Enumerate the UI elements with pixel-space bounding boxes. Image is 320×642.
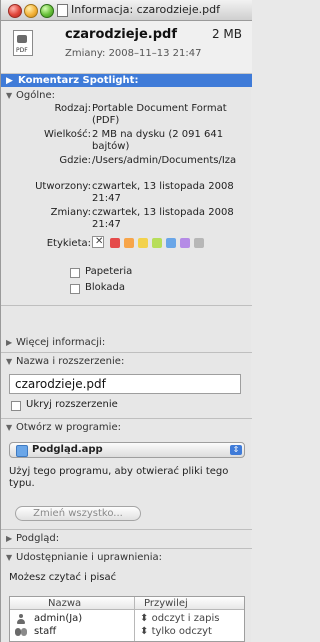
disclosure-open-icon[interactable]: ▼	[6, 553, 12, 562]
disclosure-open-icon[interactable]: ▼	[6, 423, 12, 432]
file-name-field[interactable]: czarodzieje.pdf	[9, 374, 241, 394]
table-row[interactable]: admin(Ja) ⬍ odczyt i zapis	[10, 613, 244, 625]
permissions-header: Nazwa Przywilej	[10, 597, 244, 610]
title-bar[interactable]: Informacja: czarodzieje.pdf	[1, 0, 252, 21]
group-icon	[14, 627, 28, 637]
updown-icon: ⬍	[140, 613, 149, 624]
open-with-description: Użyj tego programu, aby otwierać pliki t…	[9, 466, 229, 489]
disclosure-closed-icon[interactable]: ▶	[6, 338, 12, 347]
pdf-file-icon-label: PDF	[16, 47, 28, 54]
modified-value: czwartek, 13 listopada 2008 21:47	[92, 207, 234, 230]
where-value: /Users/admin/Documents/Iza	[92, 155, 237, 166]
section-more-info-label: Więcej informacji:	[16, 337, 106, 348]
close-icon[interactable]	[8, 4, 22, 18]
section-name-extension-label: Nazwa i rozszerzenie:	[16, 356, 125, 367]
minimize-icon[interactable]	[24, 4, 38, 18]
permissions-table[interactable]: Nazwa Przywilej admin(Ja) ⬍ odczyt i zap…	[9, 596, 245, 642]
size-value: 2 MB na dysku (2 091 641 bajtów)	[92, 129, 224, 152]
table-row[interactable]: staff ⬍ tylko odczyt	[10, 626, 244, 638]
file-modified: Zmiany: 2008–11–13 21:47	[65, 48, 202, 59]
divider	[1, 352, 252, 353]
label-none-box[interactable]: ✕	[92, 236, 104, 248]
section-spotlight-label: Komentarz Spotlight:	[18, 75, 139, 86]
label-blue-swatch[interactable]	[166, 238, 176, 248]
where-label: Gdzie:	[59, 155, 91, 166]
label-yellow-swatch[interactable]	[138, 238, 148, 248]
divider	[1, 418, 252, 419]
section-sharing[interactable]: ▼ Udostępnianie i uprawnienia:	[1, 552, 252, 566]
label-gray-swatch[interactable]	[194, 238, 204, 248]
divider	[1, 548, 252, 549]
section-general[interactable]: ▼ Ogólne:	[1, 90, 252, 104]
column-header-privilege[interactable]: Przywilej	[144, 598, 188, 609]
document-icon	[57, 4, 68, 17]
updown-icon: ⬍	[140, 626, 149, 637]
window-title: Informacja: czarodzieje.pdf	[71, 3, 220, 16]
info-window: Informacja: czarodzieje.pdf PDF czarodzi…	[0, 0, 252, 642]
permission-privilege-label: odczyt i zapis	[151, 613, 220, 624]
change-all-label: Zmień wszystko...	[33, 508, 123, 519]
disclosure-open-icon[interactable]: ▼	[6, 357, 12, 366]
section-name-extension[interactable]: ▼ Nazwa i rozszerzenie:	[1, 356, 252, 370]
divider	[1, 529, 252, 530]
change-all-button[interactable]: Zmień wszystko...	[15, 506, 141, 521]
open-with-app: Podgląd.app	[32, 444, 103, 455]
disclosure-closed-icon[interactable]: ▶	[6, 76, 13, 86]
label-none-icon: ✕	[95, 236, 104, 247]
file-name: czarodzieje.pdf	[65, 27, 178, 42]
open-with-popup[interactable]: Podgląd.app ⇕	[9, 442, 245, 458]
section-open-with-label: Otwórz w programie:	[16, 422, 121, 433]
user-icon	[16, 614, 26, 624]
section-sharing-label: Udostępnianie i uprawnienia:	[16, 552, 163, 563]
divider	[1, 305, 252, 306]
disclosure-closed-icon[interactable]: ▶	[6, 534, 12, 543]
locked-label: Blokada	[85, 282, 125, 293]
label-red-swatch[interactable]	[110, 238, 120, 248]
section-general-label: Ogólne:	[16, 90, 55, 101]
section-preview-label: Podgląd:	[16, 533, 60, 544]
preview-app-icon	[16, 445, 28, 457]
file-size: 2 MB	[211, 27, 242, 41]
kind-label: Rodzaj:	[54, 103, 92, 114]
stationery-label: Papeteria	[85, 266, 133, 277]
permission-name: staff	[34, 626, 57, 637]
sharing-summary: Możesz czytać i pisać	[9, 572, 117, 583]
locked-checkbox[interactable]	[70, 284, 80, 294]
created-value: czwartek, 13 listopada 2008 21:47	[92, 181, 234, 204]
hide-extension-label: Ukryj rozszerzenie	[26, 399, 118, 410]
section-spotlight-comments[interactable]: ▶ Komentarz Spotlight:	[1, 74, 252, 87]
kind-value: Portable Document Format (PDF)	[92, 103, 227, 126]
disclosure-open-icon[interactable]: ▼	[6, 91, 12, 100]
column-header-name[interactable]: Nazwa	[48, 598, 81, 609]
size-label: Wielkość:	[43, 129, 91, 140]
label-green-swatch[interactable]	[152, 238, 162, 248]
permission-privilege[interactable]: ⬍ tylko odczyt	[140, 626, 212, 637]
hide-extension-checkbox[interactable]	[11, 401, 21, 411]
permission-name: admin(Ja)	[34, 613, 83, 624]
label-purple-swatch[interactable]	[180, 238, 190, 248]
label-label: Etykieta:	[46, 238, 91, 249]
pdf-file-icon: PDF	[13, 30, 33, 56]
created-label: Utworzony:	[35, 181, 91, 192]
section-preview[interactable]: ▶ Podgląd:	[1, 533, 252, 547]
permission-privilege[interactable]: ⬍ odczyt i zapis	[140, 613, 219, 624]
label-orange-swatch[interactable]	[124, 238, 134, 248]
stationery-checkbox[interactable]	[70, 268, 80, 278]
section-open-with[interactable]: ▼ Otwórz w programie:	[1, 422, 252, 436]
zoom-icon[interactable]	[40, 4, 54, 18]
section-more-info[interactable]: ▶ Więcej informacji:	[1, 337, 252, 351]
popup-arrows-icon: ⇕	[230, 445, 242, 455]
permission-privilege-label: tylko odczyt	[151, 626, 212, 637]
file-header: PDF czarodzieje.pdf 2 MB Zmiany: 2008–11…	[1, 21, 252, 74]
modified-label: Zmiany:	[50, 207, 91, 218]
